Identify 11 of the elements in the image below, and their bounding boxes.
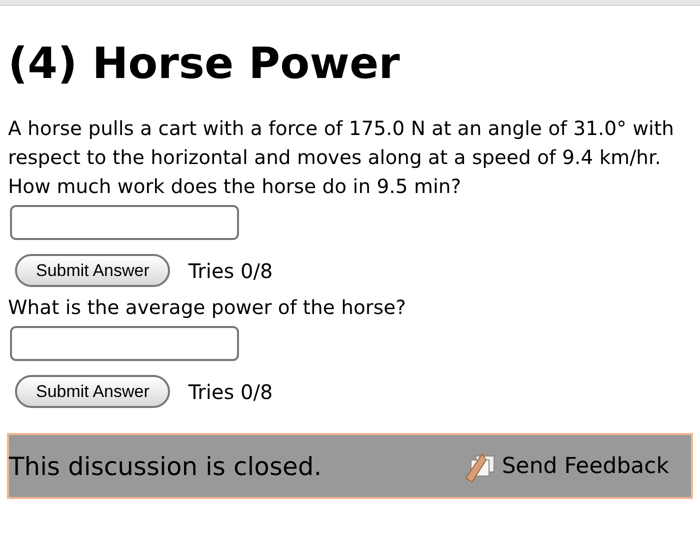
question-text: What is the average power of the horse? [8, 295, 407, 321]
tries-counter: Tries 0/8 [188, 378, 273, 406]
tries-counter: Tries 0/8 [188, 258, 273, 284]
submit-button[interactable]: Submit Answer [15, 375, 170, 408]
answer-field[interactable] [10, 205, 239, 240]
feedback-link[interactable]: Send Feedback [462, 448, 669, 484]
answer-field[interactable] [10, 326, 239, 361]
page-title: (4) Horse Power [8, 38, 401, 91]
question-text: A horse pulls a cart with a force of 175.0 N at an angle of 31.0° with respect to the horizontal and moves along at a speed of 9.4 km/hr. How much work does the horse do in 9.5 min? [8, 116, 675, 200]
status-text: This discussion is closed. [9, 454, 322, 478]
submit-button[interactable]: Submit Answer [15, 254, 170, 287]
